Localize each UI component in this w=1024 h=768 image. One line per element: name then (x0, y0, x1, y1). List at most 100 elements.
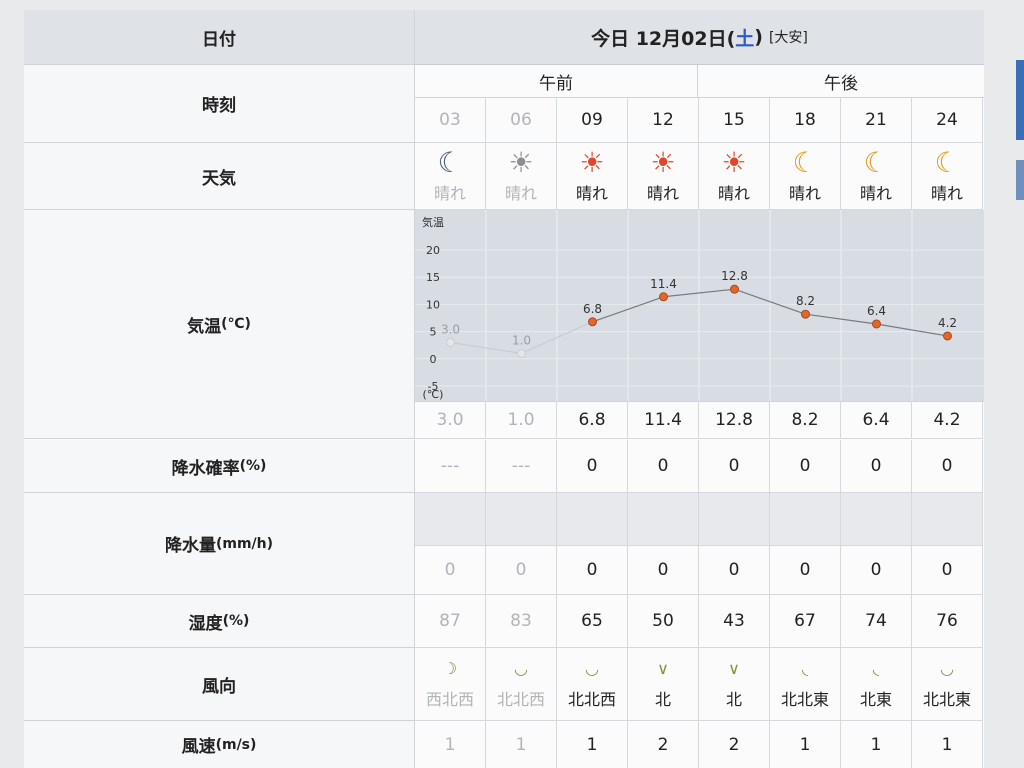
rain-prob-unit: (%) (239, 458, 267, 474)
date-title-close: ) (754, 26, 763, 48)
temperature-data-label: 12.8 (721, 269, 748, 283)
rain-prob-cell: 0 (912, 440, 983, 493)
wind-speed-value: 1 (941, 734, 953, 755)
humidity-cell: 87 (415, 595, 486, 648)
rain-amount-value: 0 (444, 560, 456, 580)
sun-icon: ☀ (650, 146, 676, 179)
weather-text: 晴れ (930, 184, 963, 203)
rain-amount-cell: 0 (486, 546, 557, 595)
rain-amount-cell: 0 (770, 546, 841, 595)
weather-cell: ☾ 晴れ (841, 143, 912, 210)
temp-value-cell: 4.2 (912, 402, 983, 439)
temp-value: 1.0 (507, 410, 535, 430)
wind-arrow-icon: ◡ (585, 658, 599, 678)
hour-cell: 24 (912, 98, 983, 143)
rain-amount-bar-cell (841, 493, 912, 546)
rain-prob-cell: --- (486, 440, 557, 493)
weather-cell: ☾ 晴れ (415, 143, 486, 210)
temp-value: 6.8 (578, 410, 606, 430)
humidity-cell: 43 (699, 595, 770, 648)
humidity-cell: 83 (486, 595, 557, 648)
time-label: 時刻 (202, 96, 236, 116)
rain-amount-value: 0 (657, 560, 669, 580)
weather-text: 晴れ (646, 184, 679, 203)
temp-value-cell: 1.0 (486, 402, 557, 439)
rokuyo-label: [大安] (768, 30, 808, 46)
hour-label: 12 (652, 110, 674, 130)
wind-arrow-icon: ◟ (872, 658, 880, 678)
hour-cell: 06 (486, 98, 557, 143)
rain-prob-cell: 0 (770, 440, 841, 493)
temp-value-cell: 3.0 (415, 402, 486, 439)
humidity-value: 43 (723, 611, 745, 631)
temperature-point (659, 292, 668, 302)
humidity-value: 50 (652, 611, 674, 631)
rain-prob-cell: 0 (699, 440, 770, 493)
sun-icon: ☀ (721, 146, 747, 179)
temp-value-cell: 11.4 (628, 402, 699, 439)
temperature-point (446, 337, 455, 347)
rain-amount-cell: 0 (628, 546, 699, 595)
rain-amount-bar-cell (699, 493, 770, 546)
wind-dir-cell: ☽ 西北西 (415, 648, 486, 721)
temp-value: 6.4 (862, 410, 890, 430)
row-header-humidity: 湿度 (%) (24, 595, 415, 648)
hour-cell: 21 (841, 98, 912, 143)
weather-cell: ☀ 晴れ (486, 143, 557, 210)
temperature-data-label: 3.0 (441, 322, 460, 336)
rain-prob-value: --- (440, 456, 460, 476)
humidity-cell: 74 (841, 595, 912, 648)
wind-speed-cell: 2 (628, 721, 699, 768)
humidity-label: 湿度 (188, 613, 223, 634)
temp-value: 12.8 (715, 410, 753, 430)
hour-cell: 18 (770, 98, 841, 143)
rain-prob-cell: --- (415, 440, 486, 493)
wind-speed-cell: 1 (770, 721, 841, 768)
rain-amount-unit: (mm/h) (215, 535, 274, 552)
y-tick-label: 15 (426, 271, 440, 284)
humidity-unit: (%) (222, 613, 250, 629)
period-am: 午前 (415, 65, 698, 98)
wind-speed-value: 2 (657, 734, 669, 755)
rain-prob-cell: 0 (557, 440, 628, 493)
wind-dir-cell: ◟ 北東 (841, 648, 912, 721)
rain-amount-bar-cell (628, 493, 699, 546)
row-header-wind-speed: 風速 (m/s) (24, 721, 415, 768)
weather-cell: ☀ 晴れ (699, 143, 770, 210)
temp-value: 3.0 (436, 410, 464, 430)
weather-text: 晴れ (788, 184, 821, 203)
wind-dir-value: 北北東 (922, 689, 971, 709)
rain-amount-value: 0 (515, 560, 527, 580)
weather-text: 晴れ (575, 184, 608, 203)
temp-value-cell: 12.8 (699, 402, 770, 439)
wind-dir-cell: ∨ 北 (628, 648, 699, 721)
y-tick-label: 20 (426, 244, 440, 257)
wind-dir-value: 北北東 (780, 689, 829, 709)
rain-amount-bar-cell (557, 493, 628, 546)
humidity-value: 65 (581, 611, 603, 631)
chart-unit-label: (℃) (423, 388, 444, 401)
wind-arrow-icon: ◡ (514, 658, 528, 678)
wind-dir-value: 北北西 (567, 689, 616, 709)
temperature-point (872, 319, 881, 329)
weather-text: 晴れ (433, 184, 466, 203)
temperature-data-label: 6.4 (867, 304, 886, 318)
temp-value-cell: 6.4 (841, 402, 912, 439)
temp-value: 4.2 (933, 410, 961, 430)
hour-label: 09 (581, 110, 603, 130)
humidity-cell: 50 (628, 595, 699, 648)
wind-dir-value: 西北西 (425, 689, 474, 709)
hour-cell: 12 (628, 98, 699, 143)
rain-amount-value: 0 (728, 560, 740, 580)
wind-dir-cell: ◡ 北北西 (486, 648, 557, 721)
rain-prob-value: 0 (586, 456, 598, 476)
wind-arrow-icon: ◡ (940, 658, 954, 678)
chart-title: 気温 (422, 215, 444, 229)
wind-speed-value: 1 (515, 734, 527, 755)
temperature-point (943, 331, 952, 341)
humidity-value: 67 (794, 611, 816, 631)
humidity-value: 74 (865, 611, 887, 631)
temperature-chart-svg: 20151050-5気温(℃)3.01.06.811.412.88.26.44.… (415, 210, 984, 401)
rain-amount-bar-cell (770, 493, 841, 546)
wind-dir-value: 北 (654, 689, 671, 709)
